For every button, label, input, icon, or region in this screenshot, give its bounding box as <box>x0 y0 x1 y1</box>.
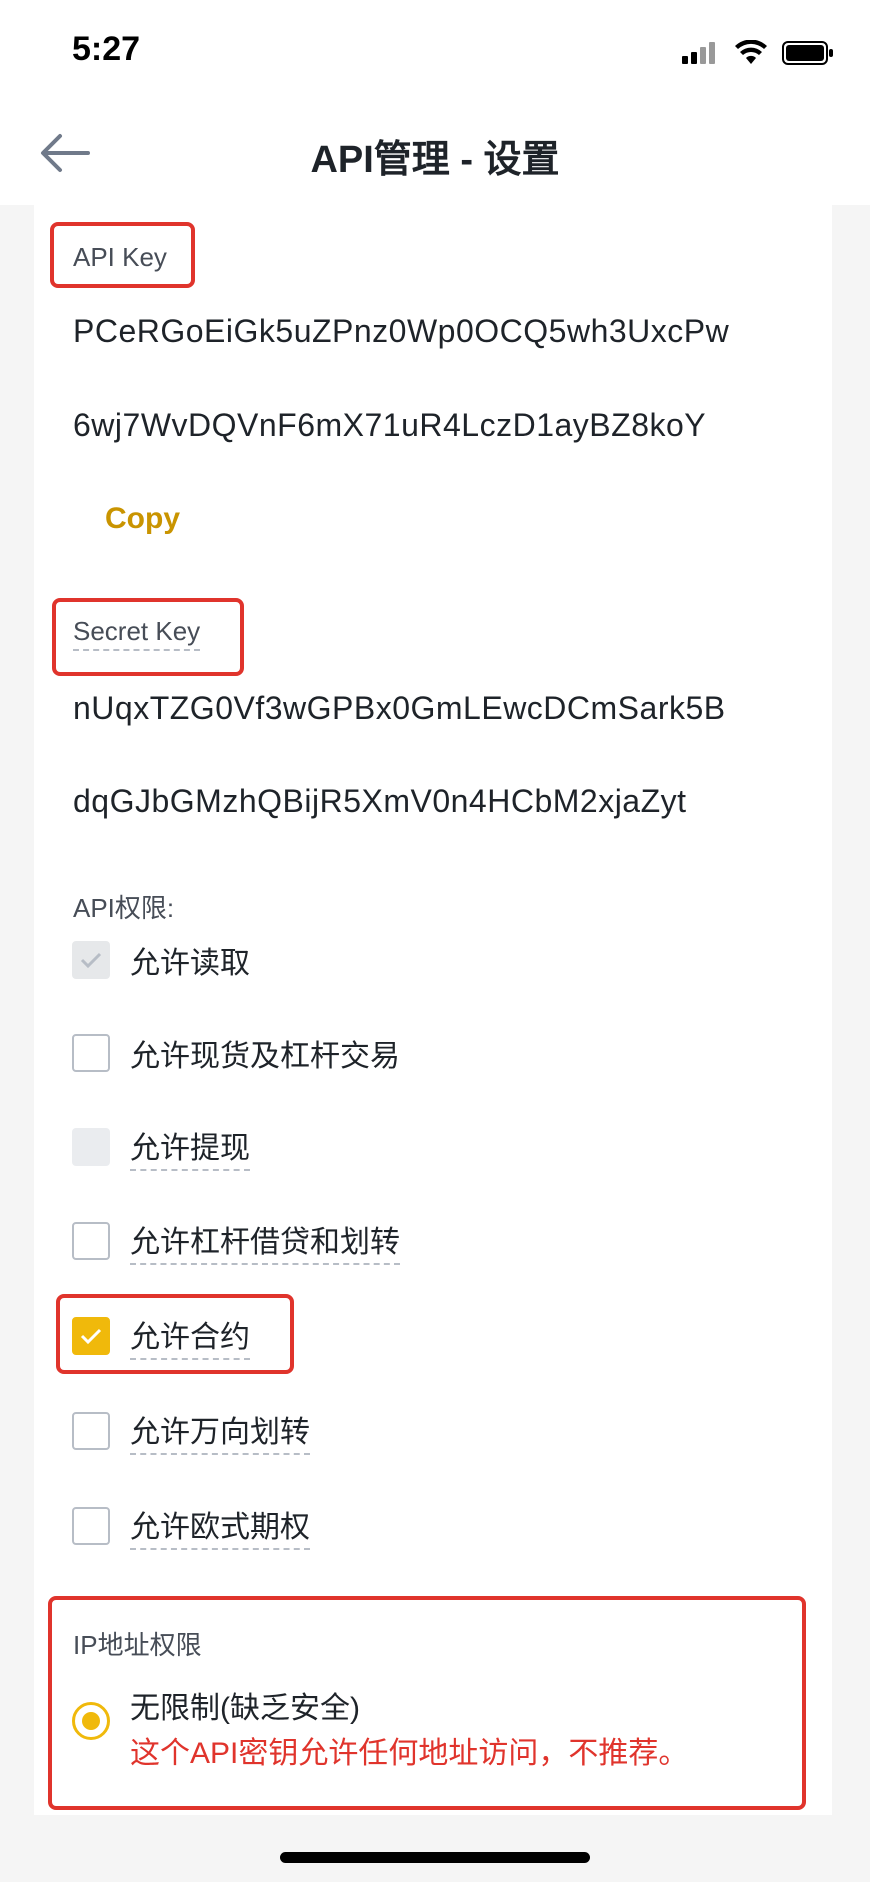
home-indicator <box>280 1852 590 1863</box>
status-time: 5:27 <box>72 30 141 68</box>
withdraw-checkbox <box>72 1128 110 1166</box>
permission-universal-transfer[interactable]: 允许万向划转 <box>72 1411 310 1455</box>
secret-key-line-1: nUqxTZG0Vf3wGPBx0GmLEwcDCmSark5B <box>73 690 726 726</box>
api-key-line-2: 6wj7WvDQVnF6mX71uR4LczD1ayBZ8koY <box>73 407 707 443</box>
spot-margin-checkbox[interactable] <box>72 1034 110 1072</box>
signal-icon <box>682 42 715 64</box>
permission-options[interactable]: 允许欧式期权 <box>72 1506 310 1550</box>
permission-label: 允许读取 <box>130 947 250 980</box>
permission-label[interactable]: 允许欧式期权 <box>130 1502 310 1550</box>
read-checkbox <box>72 941 110 979</box>
futures-highlight <box>56 1294 294 1374</box>
permission-label[interactable]: 允许提现 <box>130 1123 250 1171</box>
permissions-title: API权限: <box>73 893 175 923</box>
options-checkbox[interactable] <box>72 1507 110 1545</box>
permission-spot-margin[interactable]: 允许现货及杠杆交易 <box>72 1033 400 1073</box>
permission-withdraw: 允许提现 <box>72 1127 250 1171</box>
universal-transfer-checkbox[interactable] <box>72 1412 110 1450</box>
nav-bar: API管理 - 设置 <box>0 100 870 205</box>
permission-read: 允许读取 <box>72 940 250 980</box>
battery-icon <box>782 41 833 65</box>
permission-margin-loan[interactable]: 允许杠杆借贷和划转 <box>72 1221 400 1265</box>
margin-loan-checkbox[interactable] <box>72 1222 110 1260</box>
api-key-line-1: PCeRGoEiGk5uZPnz0Wp0OCQ5wh3UxcPw <box>73 313 730 349</box>
permission-label: 允许现货及杠杆交易 <box>130 1040 400 1073</box>
permission-label[interactable]: 允许杠杆借贷和划转 <box>130 1217 400 1265</box>
api-key-highlight <box>50 222 195 288</box>
wifi-icon <box>735 40 767 64</box>
status-bar: 5:27 <box>0 0 870 100</box>
permission-label[interactable]: 允许万向划转 <box>130 1407 310 1455</box>
secret-key-highlight <box>52 598 244 676</box>
ip-restriction-highlight <box>48 1596 806 1810</box>
status-icons <box>682 38 834 68</box>
copy-button[interactable]: Copy <box>105 502 180 536</box>
secret-key-line-2: dqGJbGMzhQBijR5XmV0n4HCbM2xjaZyt <box>73 783 687 819</box>
page-title: API管理 - 设置 <box>310 139 560 181</box>
settings-card <box>34 205 832 1815</box>
check-icon <box>80 952 102 969</box>
